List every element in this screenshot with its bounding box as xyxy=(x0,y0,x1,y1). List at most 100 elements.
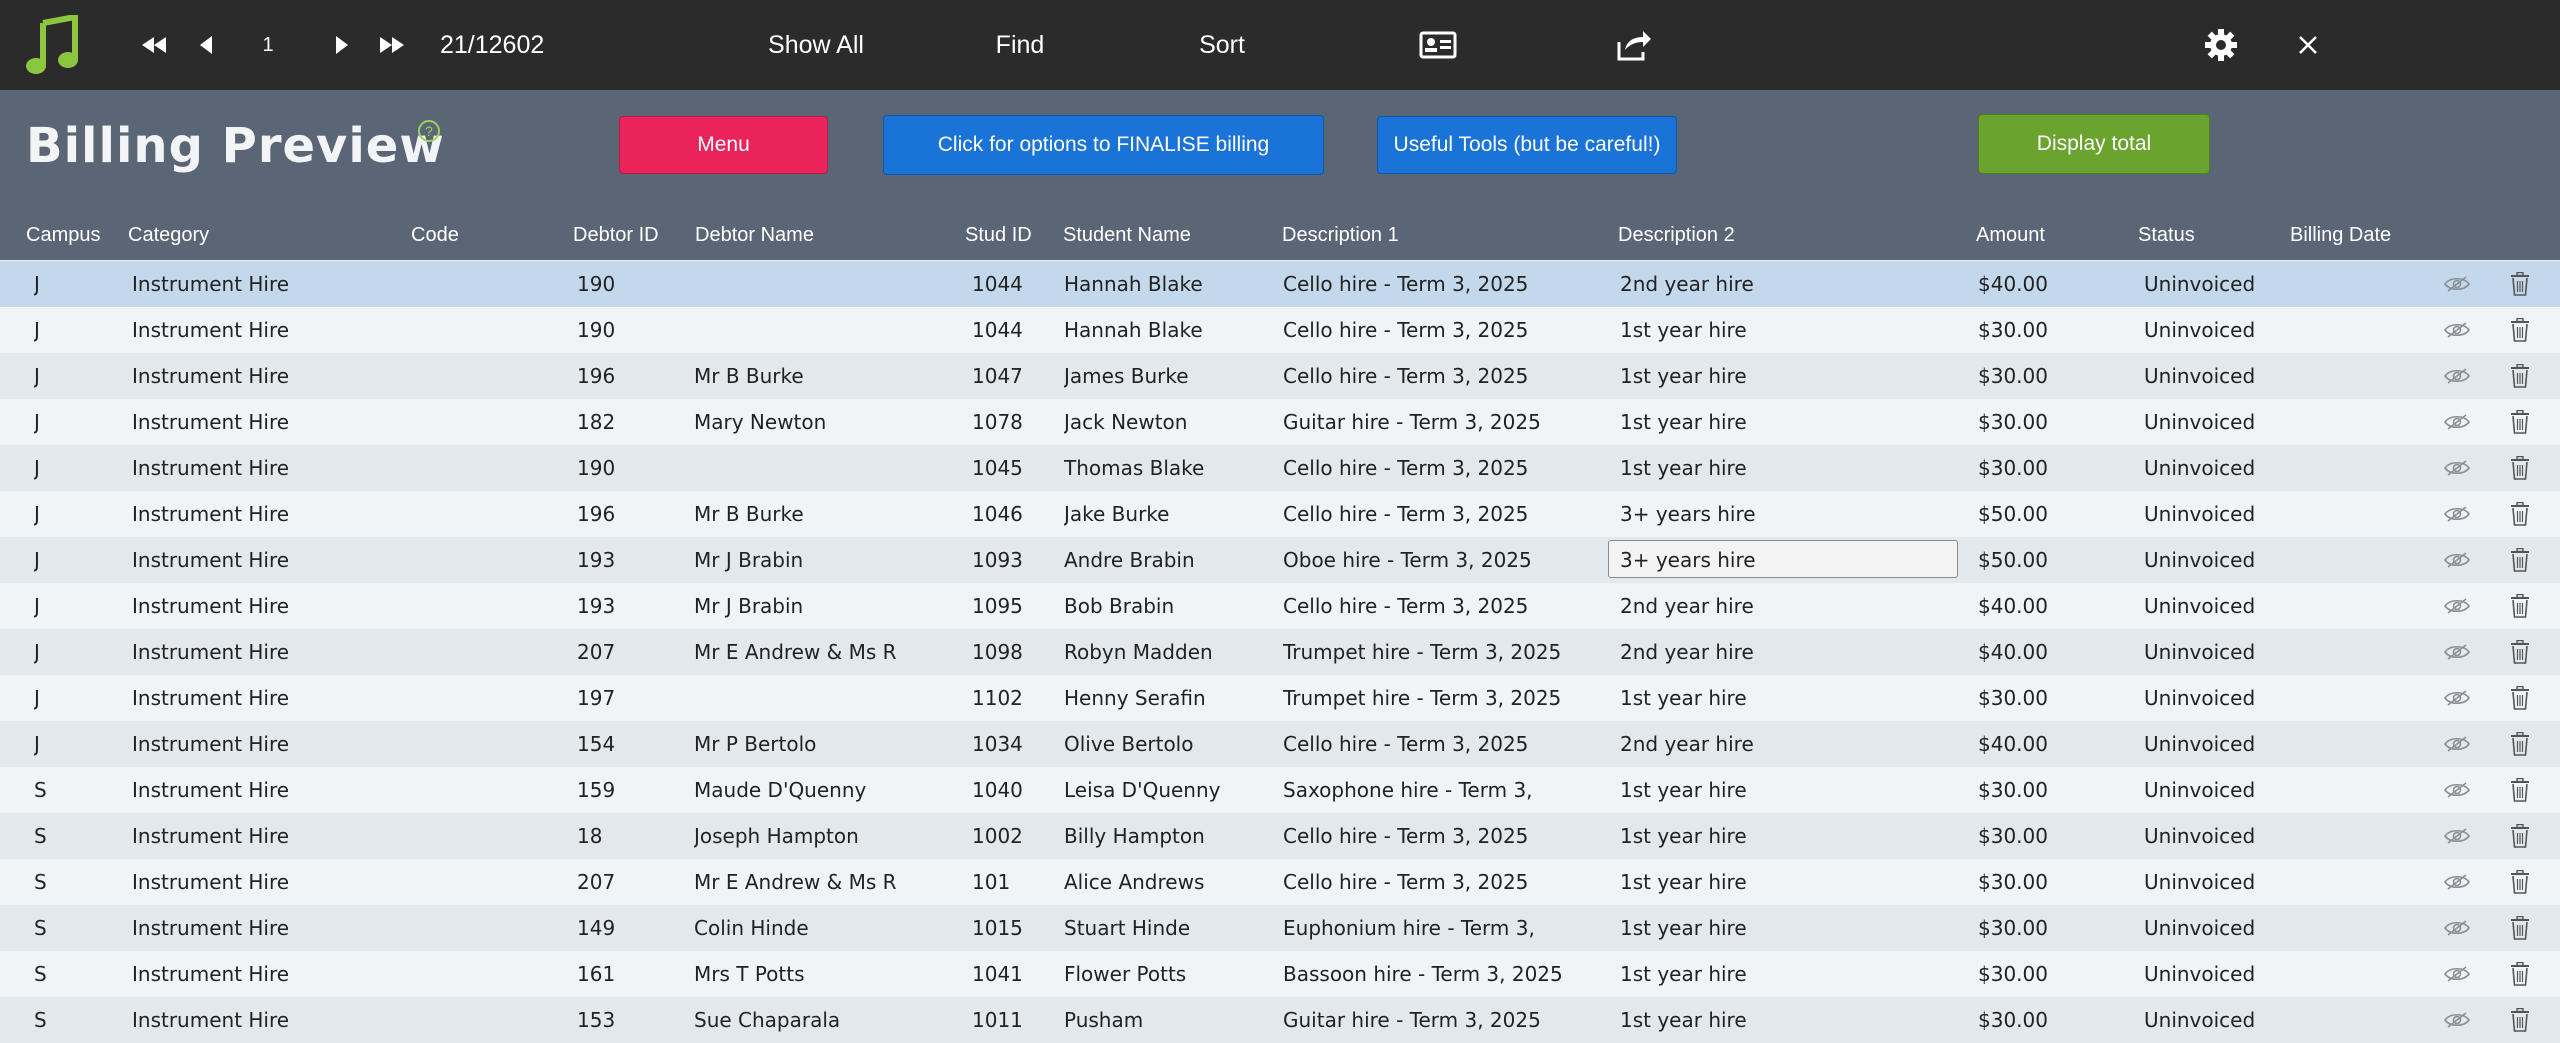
hide-eye-icon[interactable] xyxy=(2442,307,2472,353)
cell-status[interactable]: Uninvoiced xyxy=(2144,261,2294,307)
cell-debtor-name[interactable]: Sue Chaparala xyxy=(694,997,914,1043)
cell-code[interactable] xyxy=(411,675,561,721)
cell-campus[interactable]: S xyxy=(34,813,94,859)
cell-billing-date[interactable] xyxy=(2290,951,2440,997)
hide-eye-icon[interactable] xyxy=(2442,629,2472,675)
column-header-student-name[interactable]: Student Name xyxy=(1063,224,1191,247)
column-header-code[interactable]: Code xyxy=(411,224,459,247)
hide-eye-icon[interactable] xyxy=(2442,905,2472,951)
cell-category[interactable]: Instrument Hire xyxy=(132,813,382,859)
cell-campus[interactable]: S xyxy=(34,997,94,1043)
cell-billing-date[interactable] xyxy=(2290,629,2440,675)
cell-description-2[interactable]: 1st year hire xyxy=(1620,307,1940,353)
cell-amount[interactable]: $30.00 xyxy=(1978,813,2098,859)
cell-description-1[interactable]: Cello hire - Term 3, 2025 xyxy=(1283,261,1583,307)
cell-billing-date[interactable] xyxy=(2290,307,2440,353)
cell-status[interactable]: Uninvoiced xyxy=(2144,353,2294,399)
cell-status[interactable]: Uninvoiced xyxy=(2144,399,2294,445)
cell-description-1[interactable]: Saxophone hire - Term 3, xyxy=(1283,767,1583,813)
hide-eye-icon[interactable] xyxy=(2442,721,2472,767)
cell-description-1[interactable]: Cello hire - Term 3, 2025 xyxy=(1283,583,1583,629)
cell-stud-id[interactable]: 1095 xyxy=(972,583,1052,629)
cell-code[interactable] xyxy=(411,491,561,537)
cell-billing-date[interactable] xyxy=(2290,675,2440,721)
cell-description-2[interactable]: 1st year hire xyxy=(1620,353,1940,399)
cell-student-name[interactable]: Jack Newton xyxy=(1064,399,1264,445)
cell-stud-id[interactable]: 1078 xyxy=(972,399,1052,445)
cell-category[interactable]: Instrument Hire xyxy=(132,859,382,905)
cell-description-1[interactable]: Oboe hire - Term 3, 2025 xyxy=(1283,537,1583,583)
cell-debtor-id[interactable]: 193 xyxy=(577,583,677,629)
table-row[interactable]: J Instrument Hire 207 Mr E Andrew & Ms R 109… xyxy=(0,629,2560,675)
delete-trash-icon[interactable] xyxy=(2505,353,2535,399)
delete-trash-icon[interactable] xyxy=(2505,537,2535,583)
cell-description-2[interactable]: 1st year hire xyxy=(1620,951,1940,997)
cell-description-1[interactable]: Cello hire - Term 3, 2025 xyxy=(1283,859,1583,905)
delete-trash-icon[interactable] xyxy=(2505,583,2535,629)
cell-description-1[interactable]: Guitar hire - Term 3, 2025 xyxy=(1283,997,1583,1043)
cell-category[interactable]: Instrument Hire xyxy=(132,537,382,583)
hide-eye-icon[interactable] xyxy=(2442,675,2472,721)
cell-amount[interactable]: $50.00 xyxy=(1978,491,2098,537)
hide-eye-icon[interactable] xyxy=(2442,951,2472,997)
table-row[interactable]: J Instrument Hire 182 Mary Newton 1078 Jack N… xyxy=(0,399,2560,445)
delete-trash-icon[interactable] xyxy=(2505,951,2535,997)
cell-debtor-name[interactable]: Mr J Brabin xyxy=(694,537,914,583)
cell-category[interactable]: Instrument Hire xyxy=(132,583,382,629)
cell-status[interactable]: Uninvoiced xyxy=(2144,859,2294,905)
cell-status[interactable]: Uninvoiced xyxy=(2144,537,2294,583)
cell-student-name[interactable]: Robyn Madden xyxy=(1064,629,1264,675)
cell-debtor-id[interactable]: 159 xyxy=(577,767,677,813)
cell-amount[interactable]: $30.00 xyxy=(1978,905,2098,951)
cell-code[interactable] xyxy=(411,767,561,813)
delete-trash-icon[interactable] xyxy=(2505,905,2535,951)
column-header-description-1[interactable]: Description 1 xyxy=(1282,224,1399,247)
cell-description-2[interactable]: 1st year hire xyxy=(1620,399,1940,445)
table-row[interactable]: J Instrument Hire 193 Mr J Brabin 1093 Andre … xyxy=(0,537,2560,583)
delete-trash-icon[interactable] xyxy=(2505,767,2535,813)
hide-eye-icon[interactable] xyxy=(2442,537,2472,583)
cell-amount[interactable]: $30.00 xyxy=(1978,997,2098,1043)
cell-description-1[interactable]: Cello hire - Term 3, 2025 xyxy=(1283,353,1583,399)
cell-student-name[interactable]: Stuart Hinde xyxy=(1064,905,1264,951)
cell-status[interactable]: Uninvoiced xyxy=(2144,629,2294,675)
cell-status[interactable]: Uninvoiced xyxy=(2144,951,2294,997)
cell-debtor-name[interactable]: Mr B Burke xyxy=(694,353,914,399)
cell-description-1[interactable]: Bassoon hire - Term 3, 2025 xyxy=(1283,951,1583,997)
useful-tools-button[interactable]: Useful Tools (but be careful!) xyxy=(1377,116,1677,174)
cell-debtor-name[interactable]: Mary Newton xyxy=(694,399,914,445)
cell-debtor-id[interactable]: 161 xyxy=(577,951,677,997)
column-header-category[interactable]: Category xyxy=(128,224,209,247)
cell-debtor-name[interactable]: Maude D'Quenny xyxy=(694,767,914,813)
hide-eye-icon[interactable] xyxy=(2442,445,2472,491)
cell-category[interactable]: Instrument Hire xyxy=(132,905,382,951)
cell-debtor-id[interactable]: 190 xyxy=(577,307,677,353)
cell-description-1[interactable]: Cello hire - Term 3, 2025 xyxy=(1283,307,1583,353)
cell-debtor-id[interactable]: 153 xyxy=(577,997,677,1043)
cell-code[interactable] xyxy=(411,997,561,1043)
cell-code[interactable] xyxy=(411,583,561,629)
hide-eye-icon[interactable] xyxy=(2442,261,2472,307)
cell-billing-date[interactable] xyxy=(2290,767,2440,813)
cell-description-2[interactable]: 3+ years hire xyxy=(1620,537,1940,583)
cell-status[interactable]: Uninvoiced xyxy=(2144,905,2294,951)
table-row[interactable]: S Instrument Hire 207 Mr E Andrew & Ms R 101… xyxy=(0,859,2560,905)
cell-category[interactable]: Instrument Hire xyxy=(132,307,382,353)
cell-category[interactable]: Instrument Hire xyxy=(132,767,382,813)
cell-category[interactable]: Instrument Hire xyxy=(132,491,382,537)
cell-debtor-id[interactable]: 149 xyxy=(577,905,677,951)
cell-debtor-name[interactable] xyxy=(694,307,914,353)
delete-trash-icon[interactable] xyxy=(2505,491,2535,537)
cell-amount[interactable]: $30.00 xyxy=(1978,675,2098,721)
cell-billing-date[interactable] xyxy=(2290,813,2440,859)
cell-description-1[interactable]: Trumpet hire - Term 3, 2025 xyxy=(1283,675,1583,721)
cell-code[interactable] xyxy=(411,353,561,399)
cell-stud-id[interactable]: 1044 xyxy=(972,261,1052,307)
cell-debtor-name[interactable]: Mr J Brabin xyxy=(694,583,914,629)
cell-campus[interactable]: J xyxy=(34,721,94,767)
cell-category[interactable]: Instrument Hire xyxy=(132,675,382,721)
cell-amount[interactable]: $30.00 xyxy=(1978,951,2098,997)
cell-campus[interactable]: J xyxy=(34,307,94,353)
cell-campus[interactable]: J xyxy=(34,537,94,583)
cell-billing-date[interactable] xyxy=(2290,859,2440,905)
